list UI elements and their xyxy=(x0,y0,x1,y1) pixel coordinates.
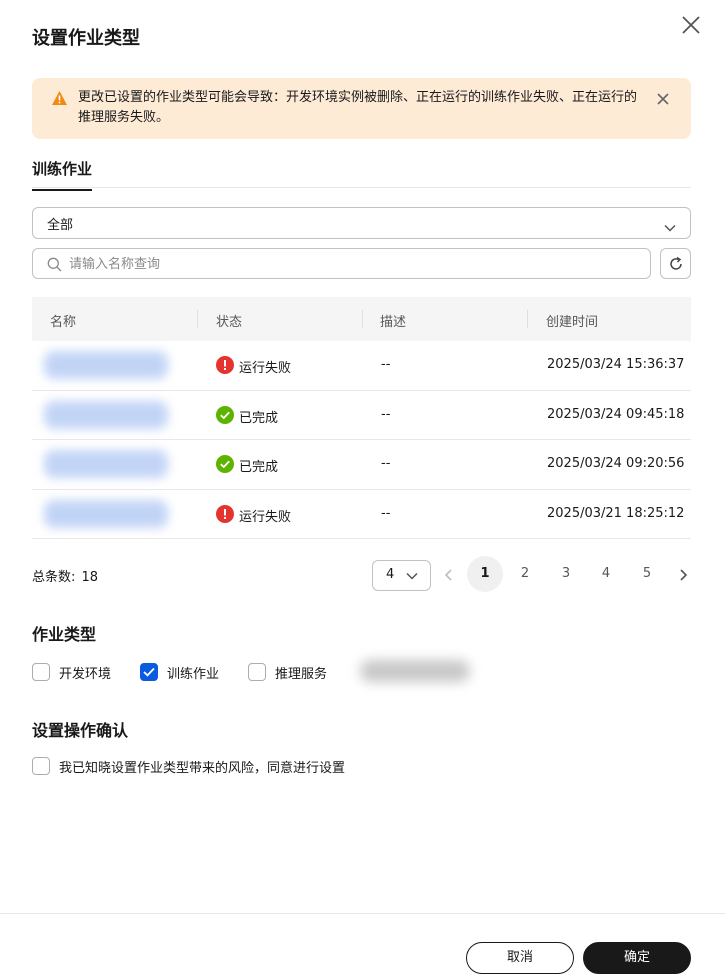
column-header-created: 创建时间 xyxy=(546,315,599,330)
chevron-down-icon xyxy=(406,572,418,580)
chevron-down-icon xyxy=(664,218,676,232)
column-header-description: 描述 xyxy=(380,315,407,330)
search-input[interactable] xyxy=(69,253,629,275)
job-status: 已完成 xyxy=(239,460,279,475)
success-icon xyxy=(216,405,234,424)
table-row: 已完成 -- 2025/03/24 09:20:56 xyxy=(32,440,691,490)
column-divider xyxy=(197,310,198,328)
column-divider xyxy=(527,310,528,328)
confirm-checkbox[interactable] xyxy=(32,757,50,775)
column-header-status: 状态 xyxy=(216,315,243,330)
table-header: 名称 状态 描述 创建时间 xyxy=(32,297,691,341)
confirm-label: 我已知晓设置作业类型带来的风险，同意进行设置 xyxy=(59,761,346,776)
redacted-job-name[interactable] xyxy=(44,400,168,429)
total-count-label: 总条数: xyxy=(32,570,76,585)
warning-alert: 更改已设置的作业类型可能会导致：开发环境实例被删除、正在运行的训练作业失败、正在… xyxy=(32,78,691,139)
warning-icon xyxy=(51,90,68,106)
job-type-title: 作业类型 xyxy=(32,625,97,644)
page-1-button[interactable]: 1 xyxy=(467,556,503,592)
checkmark-icon xyxy=(143,667,155,677)
inference-service-checkbox[interactable] xyxy=(248,663,266,681)
close-icon[interactable] xyxy=(679,13,703,37)
table-row: 运行失败 -- 2025/03/24 15:36:37 xyxy=(32,341,691,391)
training-job-label: 训练作业 xyxy=(167,667,220,682)
search-box xyxy=(32,248,651,279)
column-divider xyxy=(362,310,363,328)
total-count-value: 18 xyxy=(81,570,99,585)
error-icon xyxy=(216,504,234,523)
dev-env-label: 开发环境 xyxy=(59,667,112,682)
job-status: 运行失败 xyxy=(239,361,292,376)
job-status: 运行失败 xyxy=(239,509,292,525)
tab-bar: 训练作业 xyxy=(32,150,691,191)
dialog-title: 设置作业类型 xyxy=(32,28,140,49)
confirm-button[interactable]: 确定 xyxy=(583,942,691,974)
column-header-name: 名称 xyxy=(50,315,77,330)
page-2-button[interactable]: 2 xyxy=(507,556,543,592)
page-3-button[interactable]: 3 xyxy=(548,556,584,592)
next-page-icon[interactable] xyxy=(676,566,690,584)
dev-env-checkbox[interactable] xyxy=(32,663,50,681)
redacted-job-name[interactable] xyxy=(44,450,168,478)
job-description: -- xyxy=(381,505,391,521)
job-description: -- xyxy=(381,456,391,471)
page-5-button[interactable]: 5 xyxy=(629,556,665,592)
confirm-title: 设置操作确认 xyxy=(32,721,129,740)
error-icon xyxy=(216,356,234,374)
alert-close-icon[interactable] xyxy=(656,91,670,105)
job-description: -- xyxy=(381,357,391,372)
job-created-time: 2025/03/24 09:20:56 xyxy=(547,456,685,471)
table-row: 运行失败 -- 2025/03/21 18:25:12 xyxy=(32,490,691,539)
training-jobs-table: 名称 状态 描述 创建时间 运行失败 -- 2025/03/24 15:36:3… xyxy=(32,297,691,539)
training-job-checkbox[interactable] xyxy=(140,663,158,681)
alert-message: 更改已设置的作业类型可能会导致：开发环境实例被删除、正在运行的训练作业失败、正在… xyxy=(78,90,638,125)
job-created-time: 2025/03/21 18:25:12 xyxy=(547,505,685,521)
refresh-icon xyxy=(670,256,682,270)
prev-page-icon[interactable] xyxy=(442,566,456,584)
page-4-button[interactable]: 4 xyxy=(588,556,624,592)
tab-training-jobs[interactable]: 训练作业 xyxy=(32,158,93,191)
total-count: 总条数: 18 xyxy=(32,566,98,585)
status-filter-select[interactable]: 全部 xyxy=(32,207,691,239)
page-size-value: 4 xyxy=(386,567,395,582)
job-description: -- xyxy=(381,406,391,422)
page-size-select[interactable]: 4 xyxy=(372,560,431,591)
status-filter-value: 全部 xyxy=(47,218,74,233)
cancel-button[interactable]: 取消 xyxy=(466,942,574,974)
table-row: 已完成 -- 2025/03/24 09:45:18 xyxy=(32,391,691,440)
search-icon xyxy=(47,257,62,272)
job-status: 已完成 xyxy=(239,410,279,426)
job-created-time: 2025/03/24 15:36:37 xyxy=(547,357,685,372)
inference-service-label: 推理服务 xyxy=(275,667,328,682)
success-icon xyxy=(216,455,234,473)
redacted-job-name[interactable] xyxy=(44,499,168,528)
redacted-job-name[interactable] xyxy=(44,351,168,379)
refresh-button[interactable] xyxy=(660,248,691,279)
redacted-region xyxy=(360,660,470,682)
footer-divider xyxy=(0,913,725,914)
job-created-time: 2025/03/24 09:45:18 xyxy=(547,406,685,422)
